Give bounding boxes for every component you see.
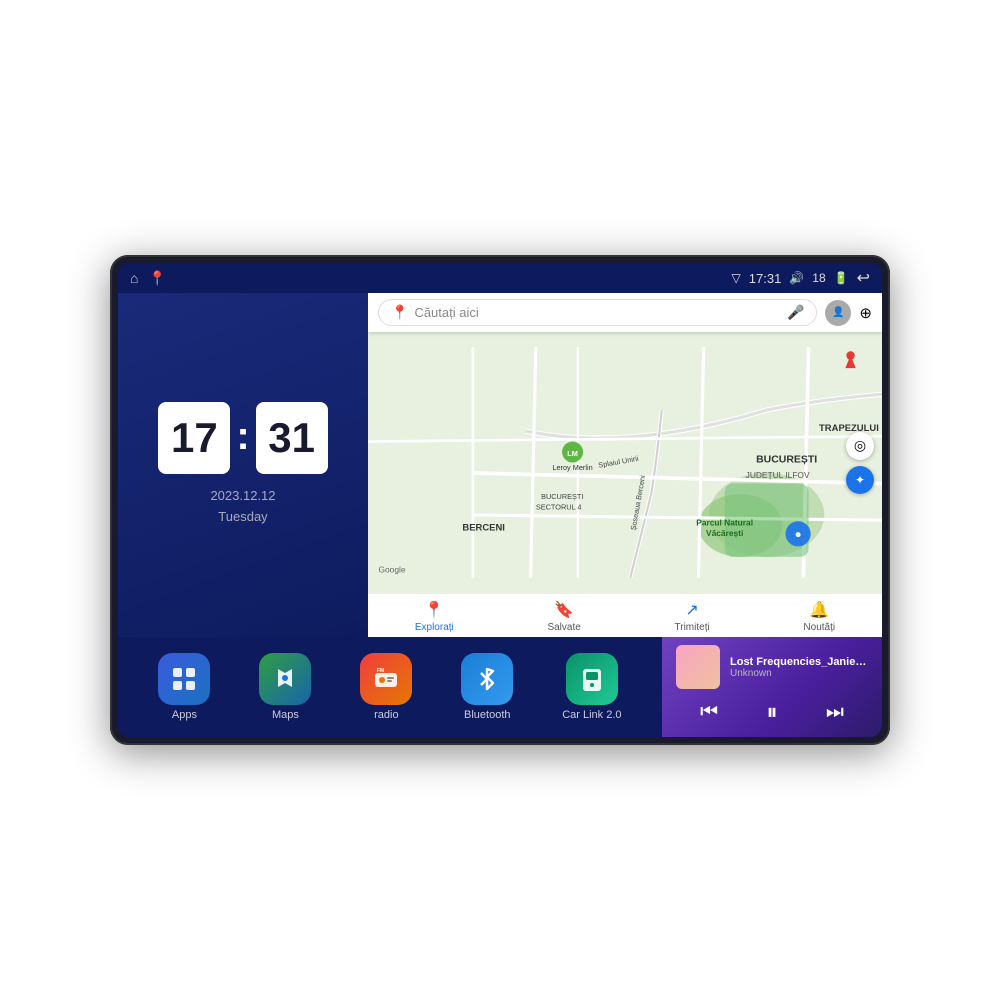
map-panel[interactable]: 📍 Căutați aici 🎤 👤 ⊕ bbox=[368, 293, 882, 637]
music-info: Lost Frequencies_Janieck Devy-... Unknow… bbox=[676, 645, 868, 689]
app-item-bluetooth[interactable]: Bluetooth bbox=[461, 653, 513, 721]
map-header: 📍 Căutați aici 🎤 👤 ⊕ bbox=[368, 293, 882, 332]
map-direction-btn[interactable]: ✦ bbox=[846, 466, 874, 494]
svg-text:BUCUREȘTI: BUCUREȘTI bbox=[756, 455, 817, 466]
music-title: Lost Frequencies_Janieck Devy-... bbox=[730, 656, 868, 668]
top-section: 17 : 31 2023.12.12 Tuesday 📍 bbox=[118, 293, 882, 637]
svg-text:Leroy Merlin: Leroy Merlin bbox=[552, 463, 592, 472]
battery-icon: 🔋 bbox=[834, 271, 849, 285]
status-bar: ⌂ 📍 ▽ 17:31 🔊 18 🔋 ↩ bbox=[118, 263, 882, 293]
app-item-carlink[interactable]: Car Link 2.0 bbox=[562, 653, 621, 721]
apps-icon-wrapper bbox=[158, 653, 210, 705]
music-controls: ⏮ ⏸ ⏭ bbox=[676, 695, 868, 729]
svg-text:JUDEȚUL ILFOV: JUDEȚUL ILFOV bbox=[746, 470, 810, 480]
svg-text:BERCENI: BERCENI bbox=[462, 523, 504, 534]
map-pin-icon: 📍 bbox=[391, 304, 408, 321]
bluetooth-icon-wrapper bbox=[461, 653, 513, 705]
map-locate-btn[interactable]: ◎ bbox=[846, 432, 874, 460]
radio-label: radio bbox=[374, 709, 398, 721]
carlink-label: Car Link 2.0 bbox=[562, 709, 621, 721]
volume-icon: 🔊 bbox=[789, 271, 804, 285]
news-label: Noutăți bbox=[803, 622, 835, 633]
svg-text:●: ● bbox=[795, 529, 802, 541]
clock-date: 2023.12.12 Tuesday bbox=[210, 486, 275, 528]
carlink-icon bbox=[578, 665, 606, 693]
svg-text:Parcul Natural: Parcul Natural bbox=[696, 517, 753, 527]
music-next-button[interactable]: ⏭ bbox=[818, 697, 852, 728]
map-svg: Parcul Natural Văcărești Splaiul Unirii … bbox=[368, 332, 882, 593]
radio-icon-wrapper: FM bbox=[360, 653, 412, 705]
map-body[interactable]: Parcul Natural Văcărești Splaiul Unirii … bbox=[368, 332, 882, 593]
svg-text:FM: FM bbox=[377, 668, 384, 674]
map-footer-send[interactable]: ↗ Trimiteți bbox=[675, 600, 710, 633]
signal-icon: ▽ bbox=[732, 271, 741, 285]
map-search-placeholder: Căutați aici bbox=[414, 305, 781, 320]
svg-text:LM: LM bbox=[567, 449, 578, 458]
map-user-avatar[interactable]: 👤 bbox=[825, 300, 851, 326]
explore-label: Explorați bbox=[415, 622, 454, 633]
app-icons-area: Apps Maps bbox=[118, 637, 662, 737]
map-footer-explore[interactable]: 📍 Explorați bbox=[415, 600, 454, 633]
status-time: 17:31 bbox=[749, 271, 782, 286]
music-prev-button[interactable]: ⏮ bbox=[692, 697, 726, 728]
volume-level: 18 bbox=[812, 271, 825, 285]
bluetooth-icon bbox=[473, 665, 501, 693]
maps-label: Maps bbox=[272, 709, 299, 721]
music-thumbnail bbox=[676, 645, 720, 689]
svg-text:BUCUREȘTI: BUCUREȘTI bbox=[541, 492, 583, 501]
music-artist: Unknown bbox=[730, 668, 868, 679]
status-right-info: ▽ 17:31 🔊 18 🔋 ↩ bbox=[732, 268, 870, 288]
map-mic-icon[interactable]: 🎤 bbox=[787, 304, 804, 321]
clock-hour: 17 bbox=[158, 402, 230, 474]
clock-minute: 31 bbox=[256, 402, 328, 474]
maps-status-icon[interactable]: 📍 bbox=[148, 270, 165, 287]
map-footer-saved[interactable]: 🔖 Salvate bbox=[547, 600, 580, 633]
device-frame: ⌂ 📍 ▽ 17:31 🔊 18 🔋 ↩ 17 : bbox=[110, 255, 890, 745]
svg-text:SECTORUL 4: SECTORUL 4 bbox=[536, 503, 582, 512]
clock-display: 17 : 31 bbox=[158, 402, 327, 474]
news-icon: 🔔 bbox=[809, 600, 829, 620]
bluetooth-label: Bluetooth bbox=[464, 709, 510, 721]
svg-text:Google: Google bbox=[378, 565, 405, 575]
clock-colon: : bbox=[236, 414, 249, 459]
app-item-apps[interactable]: Apps bbox=[158, 653, 210, 721]
radio-icon: FM bbox=[372, 665, 400, 693]
main-content: 17 : 31 2023.12.12 Tuesday 📍 bbox=[118, 293, 882, 737]
map-footer: 📍 Explorați 🔖 Salvate ↗ Trimiteți 🔔 bbox=[368, 593, 882, 637]
device-screen: ⌂ 📍 ▽ 17:31 🔊 18 🔋 ↩ 17 : bbox=[118, 263, 882, 737]
svg-text:Văcărești: Văcărești bbox=[706, 528, 743, 538]
app-item-radio[interactable]: FM radio bbox=[360, 653, 412, 721]
music-thumb-image bbox=[676, 645, 720, 689]
map-layers-icon[interactable]: ⊕ bbox=[859, 304, 872, 322]
saved-icon: 🔖 bbox=[554, 600, 574, 620]
app-item-maps[interactable]: Maps bbox=[259, 653, 311, 721]
home-icon[interactable]: ⌂ bbox=[130, 270, 138, 286]
carlink-icon-wrapper bbox=[566, 653, 618, 705]
send-icon: ↗ bbox=[685, 600, 698, 620]
status-left-icons: ⌂ 📍 bbox=[130, 270, 166, 287]
back-icon[interactable]: ↩ bbox=[857, 268, 870, 288]
music-player: Lost Frequencies_Janieck Devy-... Unknow… bbox=[662, 637, 882, 737]
clock-panel: 17 : 31 2023.12.12 Tuesday bbox=[118, 293, 368, 637]
music-play-button[interactable]: ⏸ bbox=[758, 695, 785, 729]
apps-label: Apps bbox=[172, 709, 197, 721]
maps-icon-wrapper bbox=[259, 653, 311, 705]
explore-icon: 📍 bbox=[424, 600, 444, 620]
maps-icon bbox=[271, 665, 299, 693]
music-text: Lost Frequencies_Janieck Devy-... Unknow… bbox=[730, 656, 868, 679]
bottom-section: Apps Maps bbox=[118, 637, 882, 737]
map-search-box[interactable]: 📍 Căutați aici 🎤 bbox=[378, 299, 817, 326]
send-label: Trimiteți bbox=[675, 622, 710, 633]
saved-label: Salvate bbox=[547, 622, 580, 633]
apps-icon bbox=[170, 665, 198, 693]
map-footer-news[interactable]: 🔔 Noutăți bbox=[803, 600, 835, 633]
